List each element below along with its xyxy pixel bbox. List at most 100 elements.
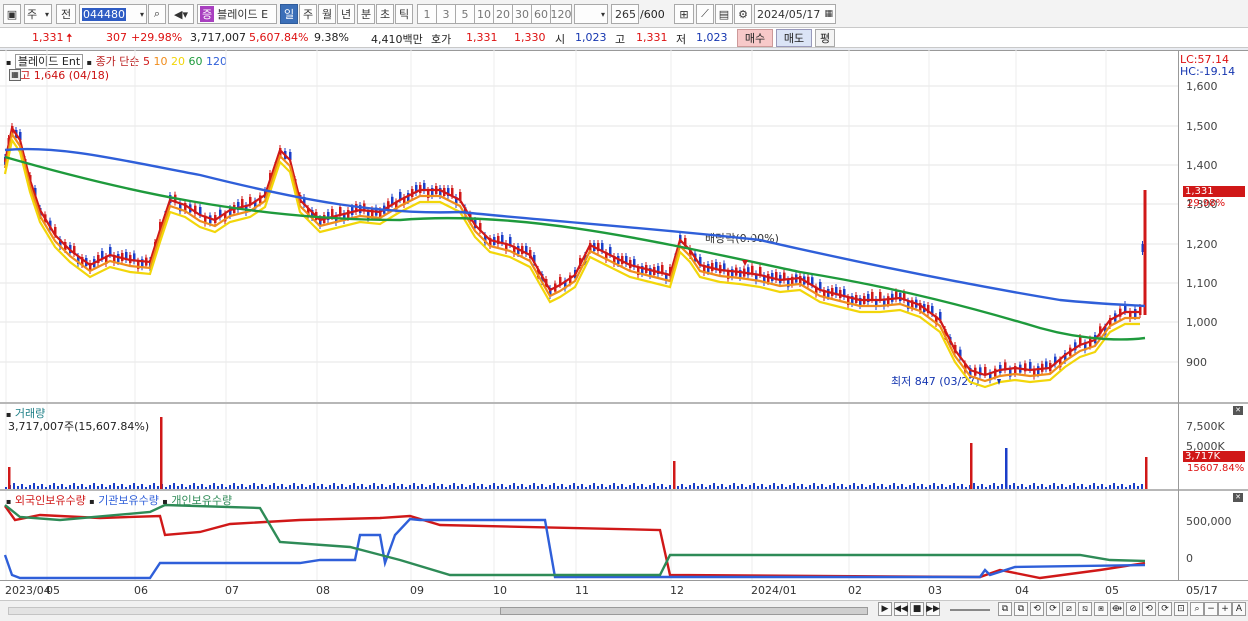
tool-4-icon[interactable]: ⟳ <box>1046 602 1060 616</box>
stock-code-input[interactable]: 044480 ▾ <box>79 4 147 24</box>
x-axis-label: 10 <box>493 584 507 597</box>
zoom-slider[interactable] <box>950 605 990 611</box>
quote-bar: 1,331 🠅 307 +29.98% 3,717,007 5,607.84% … <box>0 28 1248 48</box>
tool-10-icon[interactable]: ⟲ <box>1142 602 1156 616</box>
tick-120[interactable]: 120 <box>550 4 572 24</box>
tick-20[interactable]: 20 <box>493 4 513 24</box>
buy-button[interactable]: 매수 <box>737 29 773 47</box>
window-menu-icon[interactable]: ▣ <box>3 4 21 24</box>
tick-3[interactable]: 3 <box>436 4 456 24</box>
tab-second[interactable]: 초 <box>376 4 394 24</box>
bottom-scroll-bar <box>0 600 1248 621</box>
tool-9-icon[interactable]: ⊘ <box>1126 602 1140 616</box>
draw-line-icon[interactable]: ⟋ <box>696 4 714 24</box>
y-tick: 1,000 <box>1186 316 1218 329</box>
tool-3-icon[interactable]: ⟲ <box>1030 602 1044 616</box>
legend-institution[interactable]: 기관보유수량 <box>98 494 159 507</box>
y-tick: 1,200 <box>1186 238 1218 251</box>
scroll-right-icon[interactable]: ▶ <box>878 602 892 616</box>
y-tick: 900 <box>1186 356 1207 369</box>
prev-button[interactable]: 전 <box>56 4 76 24</box>
high-price: 1,331 <box>636 31 668 44</box>
tick-custom-select[interactable]: ▾ <box>574 4 608 24</box>
chart-tools-icon[interactable]: ⊞ <box>674 4 694 24</box>
x-axis-label: 06 <box>134 584 148 597</box>
gear-icon[interactable]: ⚙ <box>734 4 752 24</box>
x-axis-label: 2023/04 <box>5 584 51 597</box>
tick-5[interactable]: 5 <box>455 4 475 24</box>
tool-6-icon[interactable]: ⧅ <box>1078 602 1092 616</box>
tool-7-icon[interactable]: ⧆ <box>1094 602 1108 616</box>
font-size-icon[interactable]: A <box>1232 602 1246 616</box>
stop-icon[interactable]: ■ <box>910 602 924 616</box>
tool-11-icon[interactable]: ⟳ <box>1158 602 1172 616</box>
square-icon: ▪ <box>89 497 95 506</box>
fast-forward-icon[interactable]: ▶▶ <box>926 602 940 616</box>
calendar-icon[interactable]: ▦ <box>824 9 833 19</box>
x-axis-label: 2024/01 <box>751 584 797 597</box>
count-input[interactable]: 265 <box>611 4 639 24</box>
chevron-down-icon: ▾ <box>139 9 144 19</box>
sell-button[interactable]: 매도 <box>776 29 812 47</box>
close-panel-icon[interactable]: ✕ <box>1233 406 1243 415</box>
trade-amount: 4,410백만 <box>371 33 423 46</box>
tab-day[interactable]: 일 <box>280 4 298 24</box>
volume-spike <box>1005 448 1008 489</box>
volume-spike <box>673 461 676 489</box>
holding-legend: ▪ 외국인보유수량 ▪ 기관보유수량 ▪ 개인보유수량 <box>6 492 232 508</box>
stock-name-field[interactable]: 증 블레이드 E <box>197 4 277 24</box>
legend-individual[interactable]: 개인보유수량 <box>171 494 232 507</box>
eval-button[interactable]: 평 <box>815 29 835 47</box>
tab-tick[interactable]: 틱 <box>395 4 413 24</box>
rewind-icon[interactable]: ◀◀ <box>894 602 908 616</box>
square-icon: ▪ <box>6 497 12 506</box>
bid-price: 1,330 <box>514 31 546 44</box>
x-axis-label: 04 <box>1015 584 1029 597</box>
x-axis-label: 05 <box>46 584 60 597</box>
market-select[interactable]: 주 ▾ <box>24 4 52 24</box>
volume-spike <box>1145 457 1148 489</box>
tick-1[interactable]: 1 <box>417 4 437 24</box>
x-axis-label: 12 <box>670 584 684 597</box>
tool-8-icon[interactable]: ⟴ <box>1110 602 1124 616</box>
y-tick: 1,600 <box>1186 80 1218 93</box>
save-icon[interactable]: ▤ <box>715 4 733 24</box>
open-label: 시 <box>555 33 566 46</box>
tab-minute[interactable]: 분 <box>357 4 375 24</box>
legend-foreign[interactable]: 외국인보유수량 <box>15 494 86 507</box>
tick-60[interactable]: 60 <box>531 4 551 24</box>
search-icon[interactable]: ⌕ <box>148 4 166 24</box>
volume-pct: 5,607.84% <box>249 31 309 44</box>
tool-5-icon[interactable]: ⧄ <box>1062 602 1076 616</box>
tab-week[interactable]: 주 <box>299 4 317 24</box>
panel-divider[interactable] <box>0 402 1248 404</box>
tool-1-icon[interactable]: ⧉ <box>998 602 1012 616</box>
volume-value: 3,717,007주(15,607.84%) <box>8 420 150 433</box>
volume-tag: 3,717K <box>1183 451 1245 462</box>
speaker-icon[interactable]: ◀▾ <box>168 4 194 24</box>
current-price: 1,331 <box>32 31 64 44</box>
panel-divider[interactable] <box>0 489 1248 491</box>
holding-lines <box>3 503 1146 580</box>
foreign-holding-line <box>4 505 1146 580</box>
scroll-thumb[interactable] <box>500 607 868 615</box>
ask-price: 1,331 <box>466 31 498 44</box>
zoom-search-icon[interactable]: ⌕ <box>1190 602 1204 616</box>
close-panel-icon[interactable]: ✕ <box>1233 493 1243 502</box>
chevron-down-icon: ▾ <box>600 9 605 19</box>
tick-30[interactable]: 30 <box>512 4 532 24</box>
x-right-label: 05/17 <box>1186 584 1218 597</box>
zoom-in-icon[interactable]: + <box>1218 602 1232 616</box>
date-input[interactable]: 2024/05/17 ▦ <box>754 4 836 24</box>
x-axis-line <box>0 580 1248 581</box>
volume-spike <box>8 467 11 489</box>
zoom-out-icon[interactable]: − <box>1204 602 1218 616</box>
tab-year[interactable]: 년 <box>337 4 355 24</box>
tool-2-icon[interactable]: ⧉ <box>1014 602 1028 616</box>
tool-12-icon[interactable]: ⊡ <box>1174 602 1188 616</box>
tab-month[interactable]: 월 <box>318 4 336 24</box>
chevron-down-icon: ▾ <box>44 9 49 19</box>
volume-pct-tag: 15607.84% <box>1187 463 1245 474</box>
square-icon: ▪ <box>162 497 168 506</box>
tick-10[interactable]: 10 <box>474 4 494 24</box>
